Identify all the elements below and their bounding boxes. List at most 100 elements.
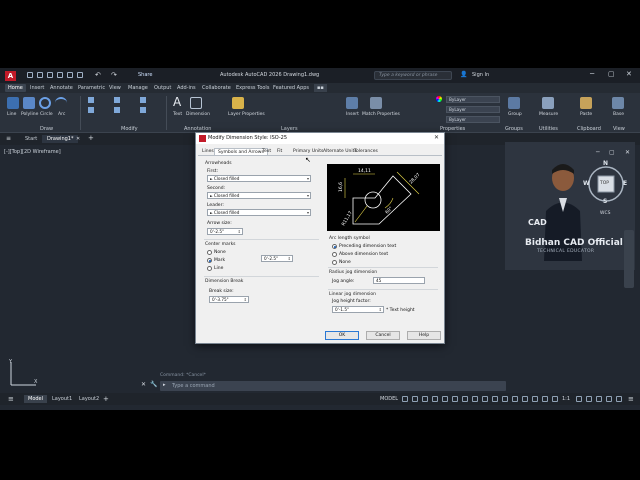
close-icon[interactable]: ✕ (626, 70, 632, 78)
new-layout-icon[interactable]: + (103, 395, 109, 403)
annotation-monitor-icon[interactable] (586, 396, 592, 402)
viewcube-top[interactable]: TOP (600, 181, 609, 186)
text-tool-icon[interactable]: A (173, 95, 181, 109)
panel-clipboard-label[interactable]: Clipboard (577, 126, 601, 132)
fillet-icon[interactable] (140, 107, 146, 113)
redo-icon[interactable]: ↷ (111, 71, 117, 79)
tab-model[interactable]: Model (24, 395, 48, 403)
new-file-icon[interactable] (27, 72, 33, 78)
viewport-minimize-icon[interactable]: ─ (596, 149, 600, 156)
tab-addins[interactable]: Add-ins (174, 84, 199, 92)
auto-scale-icon[interactable] (552, 396, 558, 402)
command-input[interactable]: Type a command (172, 383, 215, 389)
group-icon[interactable] (508, 97, 520, 109)
match-properties-icon[interactable] (370, 97, 382, 109)
object-snap-tracking-icon[interactable] (452, 396, 458, 402)
tab-text[interactable]: Text (259, 148, 274, 155)
isodraft-icon[interactable] (442, 396, 448, 402)
tab-view[interactable]: View (106, 84, 124, 92)
cancel-button[interactable]: Cancel (366, 331, 400, 340)
navigation-bar[interactable] (624, 230, 634, 288)
panel-utilities-label[interactable]: Utilities (539, 126, 558, 132)
selection-filter-icon[interactable] (522, 396, 528, 402)
print-icon[interactable] (77, 72, 83, 78)
layer-properties-icon[interactable] (232, 97, 244, 109)
ok-button[interactable]: OK (325, 331, 359, 340)
viewport-restore-icon[interactable]: ▢ (609, 149, 615, 156)
viewcube-south[interactable]: S (603, 198, 607, 205)
cloud-icon[interactable] (67, 72, 73, 78)
center-mark-radio[interactable] (207, 258, 212, 263)
move-icon[interactable] (88, 97, 94, 103)
autocad-logo-icon[interactable]: A (5, 71, 16, 81)
measure-icon[interactable] (542, 97, 554, 109)
erase-icon[interactable] (140, 97, 146, 103)
annotation-visibility-icon[interactable] (542, 396, 548, 402)
share-button[interactable]: Share (138, 72, 152, 78)
viewcube-north[interactable]: N (603, 160, 608, 167)
circle-tool-icon[interactable] (39, 97, 51, 109)
arrow-size-spinner[interactable]: 0'-2.5" ⇕ (207, 228, 243, 235)
panel-view-label[interactable]: View (613, 126, 625, 132)
command-icon[interactable]: ▸ (163, 382, 166, 388)
polyline-tool-icon[interactable] (23, 97, 35, 109)
tab-home[interactable]: Home (5, 84, 26, 92)
lineweight-icon[interactable] (472, 396, 478, 402)
tab-layout2[interactable]: Layout2 (75, 395, 103, 403)
tab-start[interactable]: Start (20, 135, 42, 143)
tab-annotate[interactable]: Annotate (47, 84, 76, 92)
viewport-close-icon[interactable]: ✕ (625, 149, 630, 156)
tab-drawing1[interactable]: Drawing1* (42, 135, 79, 143)
isolate-objects-icon[interactable] (616, 396, 622, 402)
tab-layout1[interactable]: Layout1 (48, 395, 76, 403)
units-icon[interactable] (596, 396, 602, 402)
insert-block-icon[interactable] (346, 97, 358, 109)
viewcube-east[interactable]: E (623, 180, 627, 187)
tab-output[interactable]: Output (151, 84, 174, 92)
arc-none-radio[interactable] (332, 260, 337, 265)
dimension-tool-icon[interactable] (190, 97, 202, 109)
dialog-title-bar[interactable]: Modify Dimension Style: ISO-25 ✕ (196, 133, 444, 144)
grid-icon[interactable] (402, 396, 408, 402)
mirror-icon[interactable] (114, 107, 120, 113)
minimize-icon[interactable]: ─ (590, 70, 594, 78)
paste-icon[interactable] (580, 97, 592, 109)
panel-modify-label[interactable]: Modify (121, 126, 138, 132)
close-tab-icon[interactable]: ✕ (76, 136, 80, 142)
customization-icon[interactable]: ≡ (628, 395, 634, 403)
help-button[interactable]: Help (407, 331, 441, 340)
tab-parametric[interactable]: Parametric (75, 84, 108, 92)
save-as-icon[interactable] (57, 72, 63, 78)
gizmo-icon[interactable] (532, 396, 538, 402)
3d-osnap-icon[interactable] (502, 396, 508, 402)
sign-in-button[interactable]: Sign In (472, 72, 489, 78)
undo-icon[interactable]: ↶ (95, 71, 101, 79)
trim-icon[interactable] (114, 97, 120, 103)
dynamic-ucs-icon[interactable] (512, 396, 518, 402)
wcs-menu[interactable]: WCS (600, 211, 610, 216)
arc-tool-icon[interactable] (55, 97, 67, 109)
annotation-scale[interactable]: 1:1 (562, 396, 570, 402)
model-space-toggle[interactable]: MODEL (380, 396, 398, 402)
user-icon[interactable]: 👤 (460, 71, 467, 78)
line-tool-icon[interactable] (7, 97, 19, 109)
selection-cycling-icon[interactable] (492, 396, 498, 402)
command-settings-icon[interactable]: 🔧 (150, 381, 157, 388)
tab-manage[interactable]: Manage (125, 84, 151, 92)
color-dropdown[interactable]: ByLayer (446, 96, 500, 103)
linetype-dropdown[interactable]: ByLayer (446, 106, 500, 113)
object-snap-icon[interactable] (462, 396, 468, 402)
base-view-icon[interactable] (612, 97, 624, 109)
jog-angle-input[interactable]: 45 (373, 277, 425, 284)
polar-icon[interactable] (432, 396, 438, 402)
center-line-radio[interactable] (207, 266, 212, 271)
tab-express-tools[interactable]: Express Tools (233, 84, 272, 92)
panel-groups-label[interactable]: Groups (505, 126, 523, 132)
snap-icon[interactable] (412, 396, 418, 402)
second-arrow-dropdown[interactable]: ► Closed filled ▾ (207, 192, 311, 199)
tab-featured-apps[interactable]: Featured Apps (270, 84, 312, 92)
menu-icon[interactable]: ≡ (6, 135, 11, 142)
tab-fit[interactable]: Fit (274, 148, 285, 155)
break-size-spinner[interactable]: 0'-3.75" ⇕ (209, 296, 249, 303)
copy-icon[interactable] (88, 107, 94, 113)
